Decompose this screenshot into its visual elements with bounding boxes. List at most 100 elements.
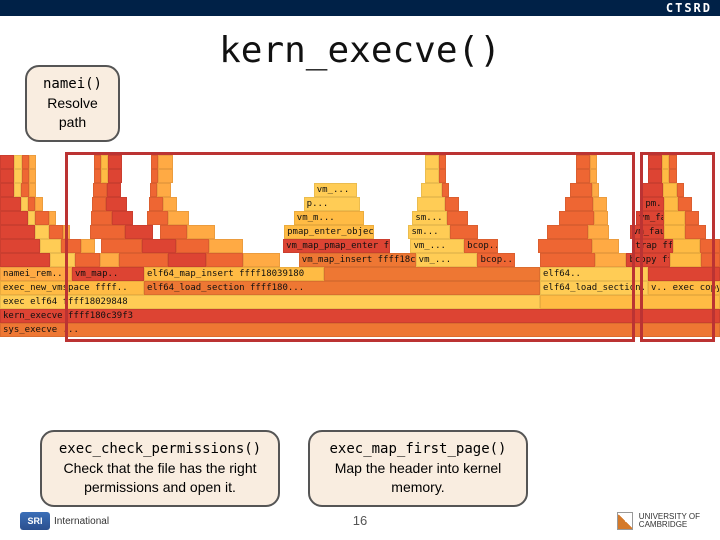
flame-cell — [590, 155, 597, 169]
flame-cell — [29, 169, 36, 183]
flame-cell — [677, 183, 684, 197]
flame-cell — [599, 183, 642, 197]
callout-namei-desc: Resolve path — [37, 94, 108, 132]
callout-permissions-desc: Check that the file has the right permis… — [52, 459, 268, 497]
flame-cell — [538, 239, 592, 253]
flame-cell — [153, 225, 160, 239]
flame-cell — [147, 211, 168, 225]
flame-cell — [209, 239, 243, 253]
flame-cell — [61, 239, 81, 253]
logo-sri: SRI International — [20, 512, 109, 530]
flame-cell — [595, 253, 626, 267]
flame-cell — [360, 197, 416, 211]
flame-cell: v.. exec copyout s.. — [648, 281, 720, 295]
flame-cell — [0, 253, 50, 267]
flame-cell — [49, 225, 63, 239]
flame-cell — [364, 211, 413, 225]
callout-namei: namei() Resolve path — [25, 65, 120, 142]
flame-cell: vm_fault ff.. — [630, 225, 665, 239]
flame-cell — [662, 169, 669, 183]
brand-label: CTSRD — [666, 1, 712, 15]
flame-cell — [108, 169, 122, 183]
flame-cell — [173, 155, 425, 169]
flame-cell — [243, 239, 283, 253]
flame-cell — [160, 225, 188, 239]
flame-cell — [149, 197, 163, 211]
flame-cell — [70, 225, 91, 239]
callout-permissions-fn: exec_check_permissions() — [52, 440, 268, 459]
flame-cell — [597, 155, 647, 169]
flame-cell — [670, 253, 701, 267]
flame-cell — [662, 155, 669, 169]
flame-cell — [142, 239, 176, 253]
flame-cell — [565, 197, 593, 211]
flame-cell: kern_execve ffff180c39f3 — [0, 309, 720, 323]
flame-cell — [700, 239, 720, 253]
flame-cell — [648, 267, 720, 281]
flame-row: sys_execve ... — [0, 323, 720, 337]
flame-cell — [122, 155, 151, 169]
flame-row: p...pm.. — [0, 197, 720, 211]
flame-cell — [0, 211, 28, 225]
flame-cell — [664, 225, 685, 239]
flame-cell — [36, 183, 93, 197]
flame-cell — [498, 239, 538, 253]
flame-row: pmap_enter_object ffff18054020sm...vm_fa… — [0, 225, 720, 239]
flame-graph: vm_...p...pm..vm_m...sm...vm_fault..pmap… — [0, 155, 720, 370]
flame-cell — [81, 239, 95, 253]
flame-cell — [706, 225, 720, 239]
flame-cell — [540, 295, 720, 309]
shield-icon — [617, 512, 633, 530]
flame-cell: vm_m... — [294, 211, 364, 225]
flame-cell: namei_rem.. — [0, 267, 72, 281]
flame-cell: pm.. — [642, 197, 663, 211]
flame-cell — [590, 169, 597, 183]
flame-cell — [35, 197, 42, 211]
flame-cell — [14, 155, 21, 169]
flame-cell — [0, 197, 21, 211]
flame-cell: elf64_map_insert ffff18039180 — [144, 267, 324, 281]
flame-cell — [417, 197, 445, 211]
flame-cell — [588, 225, 609, 239]
flame-cell — [28, 211, 35, 225]
flame-cell — [540, 253, 596, 267]
flame-cell — [559, 211, 594, 225]
logo-cam-line2: CAMBRIDGE — [639, 521, 700, 529]
flame-cell — [425, 169, 439, 183]
flame-cell — [669, 169, 676, 183]
flame-cell — [22, 169, 29, 183]
flame-cell — [29, 183, 36, 197]
flame-cell — [91, 211, 112, 225]
flame-cell — [592, 239, 619, 253]
flame-cell — [642, 183, 663, 197]
flame-cell — [701, 253, 720, 267]
flame-row — [0, 169, 720, 183]
flame-cell: vm_fault.. — [636, 211, 664, 225]
flame-cell — [125, 225, 153, 239]
flame-cell: vm_... — [410, 239, 464, 253]
flame-row: exec elf64 ffff18029848 — [0, 295, 720, 309]
flame-cell — [446, 155, 576, 169]
flame-cell — [56, 211, 91, 225]
flame-cell — [677, 155, 720, 169]
flame-cell — [21, 197, 28, 211]
flame-cell — [119, 253, 169, 267]
flame-cell — [112, 211, 133, 225]
flame-cell — [685, 225, 706, 239]
flame-cell — [593, 197, 607, 211]
flame-cell — [449, 183, 570, 197]
flame-row: vm_map_pmap_enter ffff18074f188vm_...bco… — [0, 239, 720, 253]
flame-cell — [21, 183, 28, 197]
flame-cell: elf64_load_section.. — [540, 281, 648, 295]
flame-cell — [29, 155, 36, 169]
flame-cell — [22, 155, 29, 169]
flame-cell — [425, 155, 439, 169]
flame-cell — [357, 183, 421, 197]
flame-row — [0, 155, 720, 169]
flame-cell — [151, 155, 158, 169]
flame-row: namei_rem..vm_map..elf64_map_insert ffff… — [0, 267, 720, 281]
callout-namei-fn: namei() — [37, 75, 108, 94]
flame-cell: elf64_load_section ffff180... — [144, 281, 540, 295]
flame-cell — [121, 183, 150, 197]
flame-cell — [122, 169, 151, 183]
